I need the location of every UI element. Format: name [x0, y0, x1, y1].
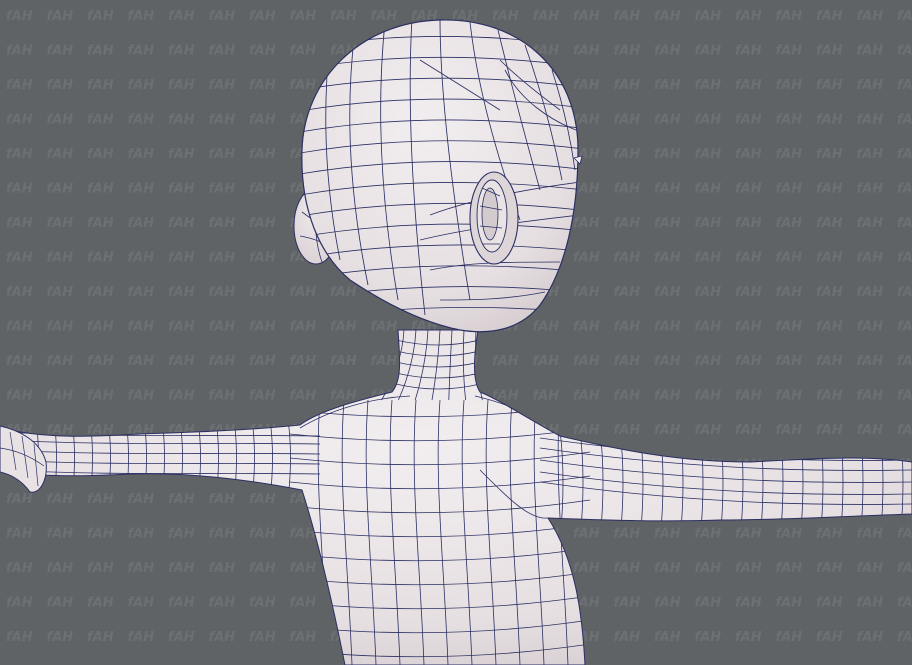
model-render [0, 19, 912, 665]
head [301, 19, 579, 333]
3d-viewport[interactable]: fAH fAH fAH fAH fAH fAH fAH fAH fAH fAH fAH fAH fAH f… [0, 0, 912, 665]
right-ear [469, 171, 519, 265]
torso-and-arms [0, 329, 912, 665]
